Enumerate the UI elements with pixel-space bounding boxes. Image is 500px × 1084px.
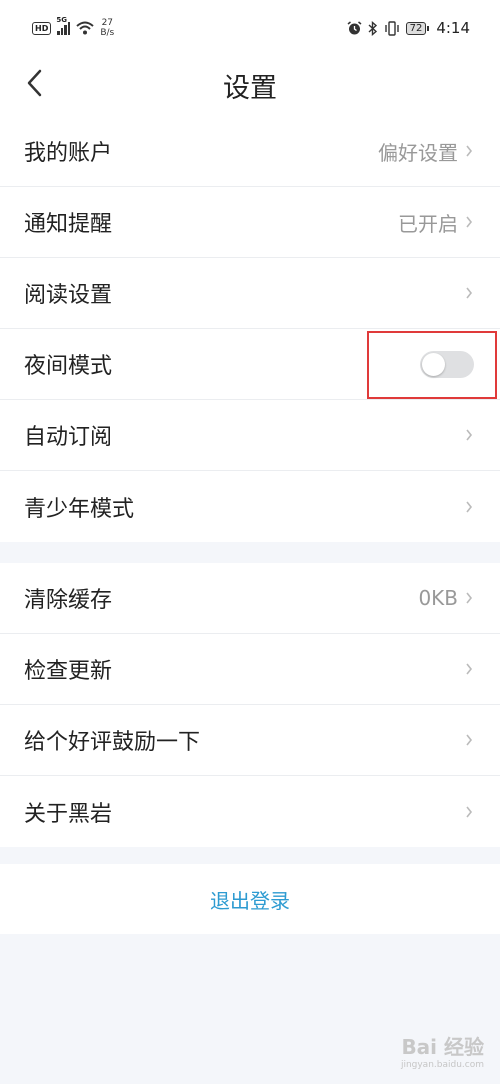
item-value: 已开启: [398, 211, 458, 236]
status-left: HD 5G 27 B/s: [32, 16, 114, 38]
item-right: 0KB: [418, 586, 474, 610]
settings-item-rate-app[interactable]: 给个好评鼓励一下: [0, 705, 500, 776]
settings-group-2: 清除缓存 0KB 检查更新 给个好评鼓励一下 关于黑岩: [0, 563, 500, 847]
speed-value: 27: [101, 18, 114, 28]
item-label: 关于黑岩: [24, 801, 113, 827]
page-title: 设置: [223, 73, 277, 104]
chevron-right-icon: [466, 663, 473, 675]
status-right: 72 4:14: [347, 19, 470, 37]
item-label: 我的账户: [24, 141, 113, 166]
chevron-right-icon: [466, 145, 473, 157]
item-right: [464, 804, 474, 820]
item-label: 清除缓存: [24, 588, 113, 613]
signal-icon: 5G: [56, 16, 71, 35]
settings-item-account[interactable]: 我的账户 偏好设置: [0, 116, 500, 187]
chevron-right-icon: [466, 806, 473, 817]
network-speed: 27 B/s: [100, 18, 114, 38]
settings-item-night-mode: 夜间模式: [0, 329, 500, 400]
logout-section: 退出登录: [0, 864, 500, 934]
settings-item-clear-cache[interactable]: 清除缓存 0KB: [0, 563, 500, 634]
item-label: 给个好评鼓励一下: [24, 730, 201, 755]
settings-item-reading[interactable]: 阅读设置: [0, 258, 500, 329]
item-right: [464, 285, 474, 301]
item-right: 偏好设置: [378, 137, 474, 166]
status-bar: HD 5G 27 B/s 72 4:14: [0, 0, 500, 56]
nav-bar: 设置: [0, 56, 500, 116]
chevron-right-icon: [466, 216, 473, 228]
chevron-right-icon: [466, 592, 473, 604]
item-right: [464, 427, 474, 443]
vibrate-icon: [384, 20, 399, 36]
settings-item-about[interactable]: 关于黑岩: [0, 776, 500, 847]
alarm-icon: [347, 20, 362, 34]
logout-button[interactable]: 退出登录: [210, 885, 290, 914]
clock: 4:14: [436, 19, 470, 37]
settings-item-teen-mode[interactable]: 青少年模式: [0, 471, 500, 542]
settings-item-check-update[interactable]: 检查更新: [0, 634, 500, 705]
item-label: 自动订阅: [24, 425, 113, 450]
toggle-knob: [422, 352, 445, 376]
network-label: 5G: [56, 15, 67, 24]
item-value: 0KB: [418, 586, 458, 610]
hd-badge: HD: [32, 21, 52, 35]
item-label: 青少年模式: [24, 496, 135, 522]
speed-unit: B/s: [100, 28, 115, 38]
chevron-right-icon: [466, 429, 473, 441]
night-mode-toggle[interactable]: [420, 350, 474, 378]
watermark-sub: jingyan.baidu.com: [400, 1060, 484, 1070]
chevron-right-icon: [466, 501, 473, 512]
item-value: 偏好设置: [378, 140, 458, 165]
item-right: 已开启: [398, 208, 474, 237]
watermark: Bai 经验 jingyan.baidu.com: [401, 1031, 484, 1070]
item-label: 检查更新: [24, 659, 113, 684]
item-label: 夜间模式: [24, 354, 113, 379]
bluetooth-icon: [368, 20, 377, 36]
item-right: [464, 661, 474, 677]
item-right: [464, 732, 474, 748]
battery-icon: 72: [405, 21, 430, 35]
wifi-icon: [76, 21, 95, 35]
chevron-right-icon: [466, 734, 473, 746]
chevron-right-icon: [466, 287, 473, 299]
settings-group-1: 我的账户 偏好设置 通知提醒 已开启 阅读设置 夜间模式 自动订阅 青少年模式: [0, 116, 500, 542]
item-label: 通知提醒: [24, 212, 113, 237]
watermark-main: Bai 经验: [401, 1035, 484, 1059]
settings-item-auto-subscribe[interactable]: 自动订阅: [0, 400, 500, 471]
settings-item-notifications[interactable]: 通知提醒 已开启: [0, 187, 500, 258]
item-right: [464, 499, 474, 515]
item-label: 阅读设置: [24, 283, 113, 308]
